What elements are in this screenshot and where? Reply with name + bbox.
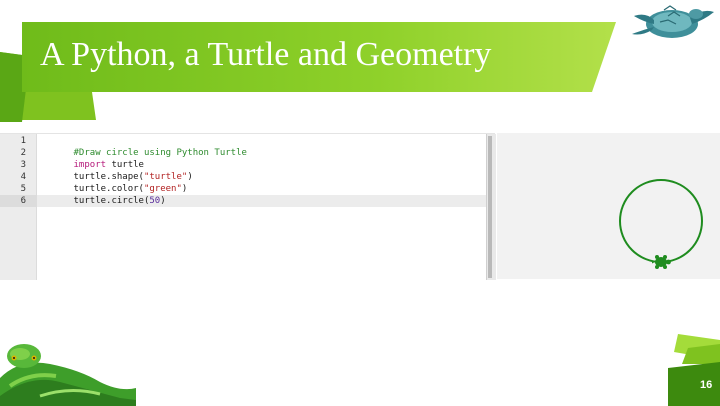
page-number: 16 <box>700 379 713 391</box>
code-number: 50 <box>149 196 161 206</box>
line-number: 1 <box>20 136 26 146</box>
turtle-photo <box>632 5 714 38</box>
turtle-canvas <box>497 133 720 279</box>
line-number: 6 <box>20 196 26 206</box>
python-snake-photo <box>0 344 136 406</box>
footer-decoration <box>668 334 720 406</box>
drawn-circle <box>619 179 703 263</box>
line-number: 3 <box>20 160 26 170</box>
code-text: ) <box>181 184 188 194</box>
turtle-cursor-icon <box>652 255 671 269</box>
code-text: ) <box>187 172 193 182</box>
turtle-drawing <box>619 179 703 269</box>
code-editor[interactable]: 1 2 3 4 5 6 #Draw circle using Python Tu… <box>0 133 496 280</box>
slide: A Python, a Turtle and Geometry 1 2 3 4 … <box>0 0 720 406</box>
code-text: ) <box>160 196 166 206</box>
slide-title: A Python, a Turtle and Geometry <box>40 36 492 73</box>
line-number: 5 <box>20 184 26 194</box>
code-line-5[interactable]: turtle.circle(50) <box>41 183 166 219</box>
editor-scroll-thumb[interactable] <box>488 136 492 278</box>
line-number: 4 <box>20 172 26 182</box>
code-text: turtle.circle( <box>73 196 150 206</box>
line-number: 2 <box>20 148 26 158</box>
